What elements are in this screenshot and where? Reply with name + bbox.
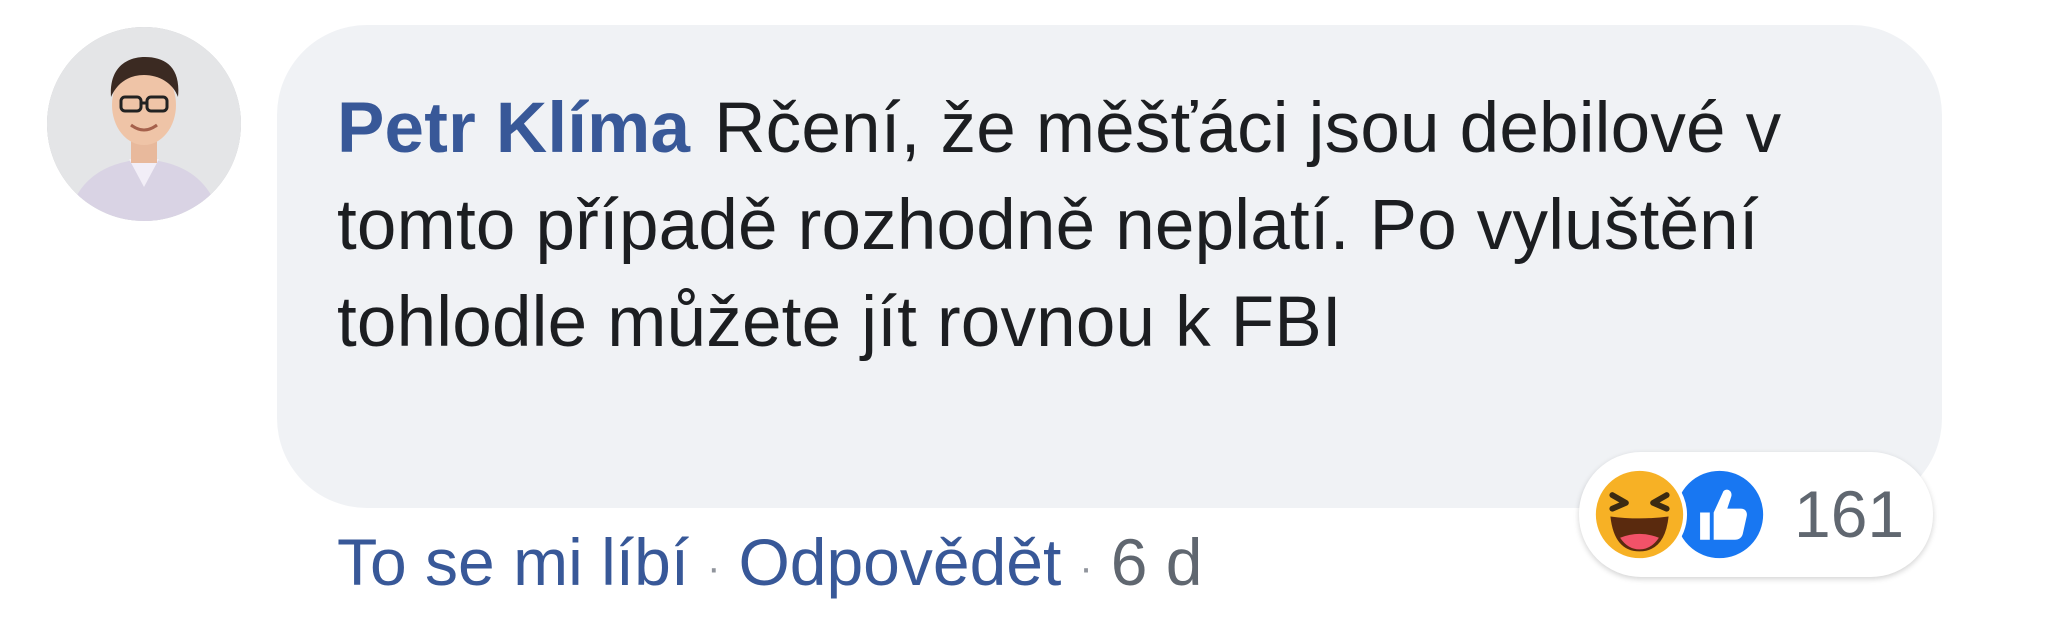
comment-body: Petr Klíma Rčení, že měšťáci jsou debilov… [337,80,1877,371]
comment-author-link[interactable]: Petr Klíma [337,89,690,168]
reply-button[interactable]: Odpovědět [738,525,1061,599]
separator-dot: · [707,545,721,590]
haha-emoji-icon [1591,466,1688,563]
comment-timestamp[interactable]: 6 d [1111,525,1203,599]
avatar[interactable] [47,27,241,221]
profile-photo [47,27,241,221]
comment-actions: To se mi líbí · Odpovědět · 6 d [337,522,1202,608]
separator-dot: · [1079,545,1093,590]
reactions-summary[interactable]: 161 [1579,452,1933,577]
like-button[interactable]: To se mi líbí [337,525,689,599]
reaction-count: 161 [1794,477,1905,551]
